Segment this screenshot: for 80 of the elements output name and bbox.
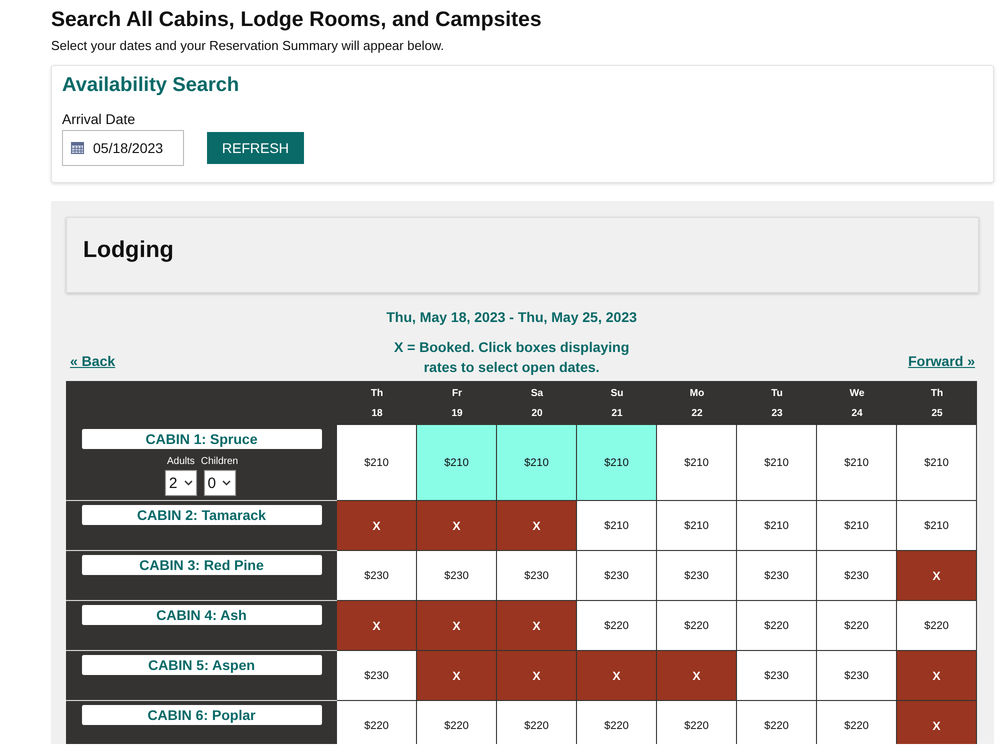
rate-cell[interactable]: $220 (897, 601, 977, 651)
rate-cell[interactable]: $220 (417, 701, 497, 744)
cabin-name[interactable]: CABIN 2: Tamarack (82, 505, 322, 525)
rate-cell[interactable]: $230 (337, 651, 417, 701)
rate-cell[interactable]: $220 (497, 701, 577, 744)
booked-cell: X (417, 651, 497, 701)
booked-cell: X (497, 501, 577, 551)
rate-cell[interactable]: $220 (817, 601, 897, 651)
page-title: Search All Cabins, Lodge Rooms, and Campsites (51, 8, 542, 32)
booked-cell: X (497, 651, 577, 701)
day-header: Su 21 (610, 387, 624, 421)
booked-cell: X (897, 651, 977, 701)
chevron-down-icon (222, 480, 232, 486)
rate-cell[interactable]: $210 (737, 501, 817, 551)
booked-cell: X (497, 601, 577, 651)
booked-cell: X (897, 551, 977, 601)
rate-cell[interactable]: $220 (657, 601, 737, 651)
rate-cell[interactable]: $210 (817, 501, 897, 551)
rate-cell[interactable]: $230 (417, 551, 497, 601)
rate-cell[interactable]: $220 (577, 701, 657, 744)
date-range: Thu, May 18, 2023 - Thu, May 25, 2023 (386, 309, 637, 325)
rate-cell[interactable]: $210 (417, 425, 497, 501)
page-subtitle: Select your dates and your Reservation Summary will appear below. (51, 38, 446, 53)
adults-select[interactable]: 2 (164, 470, 197, 496)
day-header: Fr 19 (450, 387, 464, 421)
rate-cell[interactable]: $210 (337, 425, 417, 501)
day-header: Th 18 (370, 387, 384, 421)
rate-cell[interactable]: $210 (657, 501, 737, 551)
rate-cell[interactable]: $210 (817, 425, 897, 501)
day-header: Mo 22 (688, 387, 706, 421)
rate-cell[interactable]: $210 (577, 501, 657, 551)
children-label: Children (200, 456, 238, 467)
cabin-name[interactable]: CABIN 4: Ash (82, 605, 322, 625)
rate-cell[interactable]: $230 (657, 551, 737, 601)
back-link[interactable]: « Back (70, 353, 116, 369)
section-title: Lodging (83, 236, 174, 262)
day-header: We 24 (848, 387, 866, 421)
cabin-name[interactable]: CABIN 1: Spruce (82, 429, 322, 449)
booked-cell: X (577, 651, 657, 701)
date-field[interactable]: 05/18/2023 (62, 130, 184, 166)
rate-cell[interactable]: $230 (337, 551, 417, 601)
rate-cell[interactable]: $210 (737, 425, 817, 501)
chevron-down-icon (184, 480, 193, 486)
rate-cell[interactable]: $230 (737, 651, 817, 701)
card-title: Availability Search (62, 74, 240, 97)
rate-cell[interactable]: $210 (657, 425, 737, 501)
booked-cell: X (417, 601, 497, 651)
rate-cell[interactable]: $230 (737, 551, 817, 601)
children-select[interactable]: 0 (204, 470, 236, 496)
field-label: Arrival Date (62, 111, 136, 127)
rate-cell[interactable]: $230 (817, 651, 897, 701)
booked-cell: X (337, 501, 417, 551)
cabin-name[interactable]: CABIN 5: Aspen (82, 655, 322, 675)
calendar-icon (71, 142, 84, 154)
rate-cell[interactable]: $210 (897, 501, 977, 551)
day-header: Sa 20 (530, 387, 544, 421)
rate-cell[interactable]: $230 (497, 551, 577, 601)
rate-cell[interactable]: $230 (577, 551, 657, 601)
forward-link[interactable]: Forward » (908, 353, 975, 369)
day-header: Tu 23 (770, 387, 784, 421)
cabin-name[interactable]: CABIN 6: Poplar (82, 705, 322, 725)
rate-cell[interactable]: $220 (577, 601, 657, 651)
day-header: Th 25 (930, 387, 944, 421)
rate-cell[interactable]: $230 (817, 551, 897, 601)
booked-cell: X (417, 501, 497, 551)
booked-cell: X (337, 601, 417, 651)
adults-label: Adults (166, 456, 195, 467)
rate-cell[interactable]: $220 (737, 701, 817, 744)
rate-cell[interactable]: $220 (737, 601, 817, 651)
legend-text: X = Booked. Click boxes displaying rates to select open dates. (392, 338, 630, 377)
rate-cell[interactable]: $210 (577, 425, 657, 501)
rate-cell[interactable]: $210 (897, 425, 977, 501)
cabin-name[interactable]: CABIN 3: Red Pine (82, 555, 322, 575)
rate-cell[interactable]: $220 (817, 701, 897, 744)
rate-cell[interactable]: $210 (497, 425, 577, 501)
refresh-button[interactable]: REFRESH (207, 132, 304, 164)
rate-cell[interactable]: $220 (337, 701, 417, 744)
booked-cell: X (657, 651, 737, 701)
booked-cell: X (897, 701, 977, 744)
rate-cell[interactable]: $220 (657, 701, 737, 744)
